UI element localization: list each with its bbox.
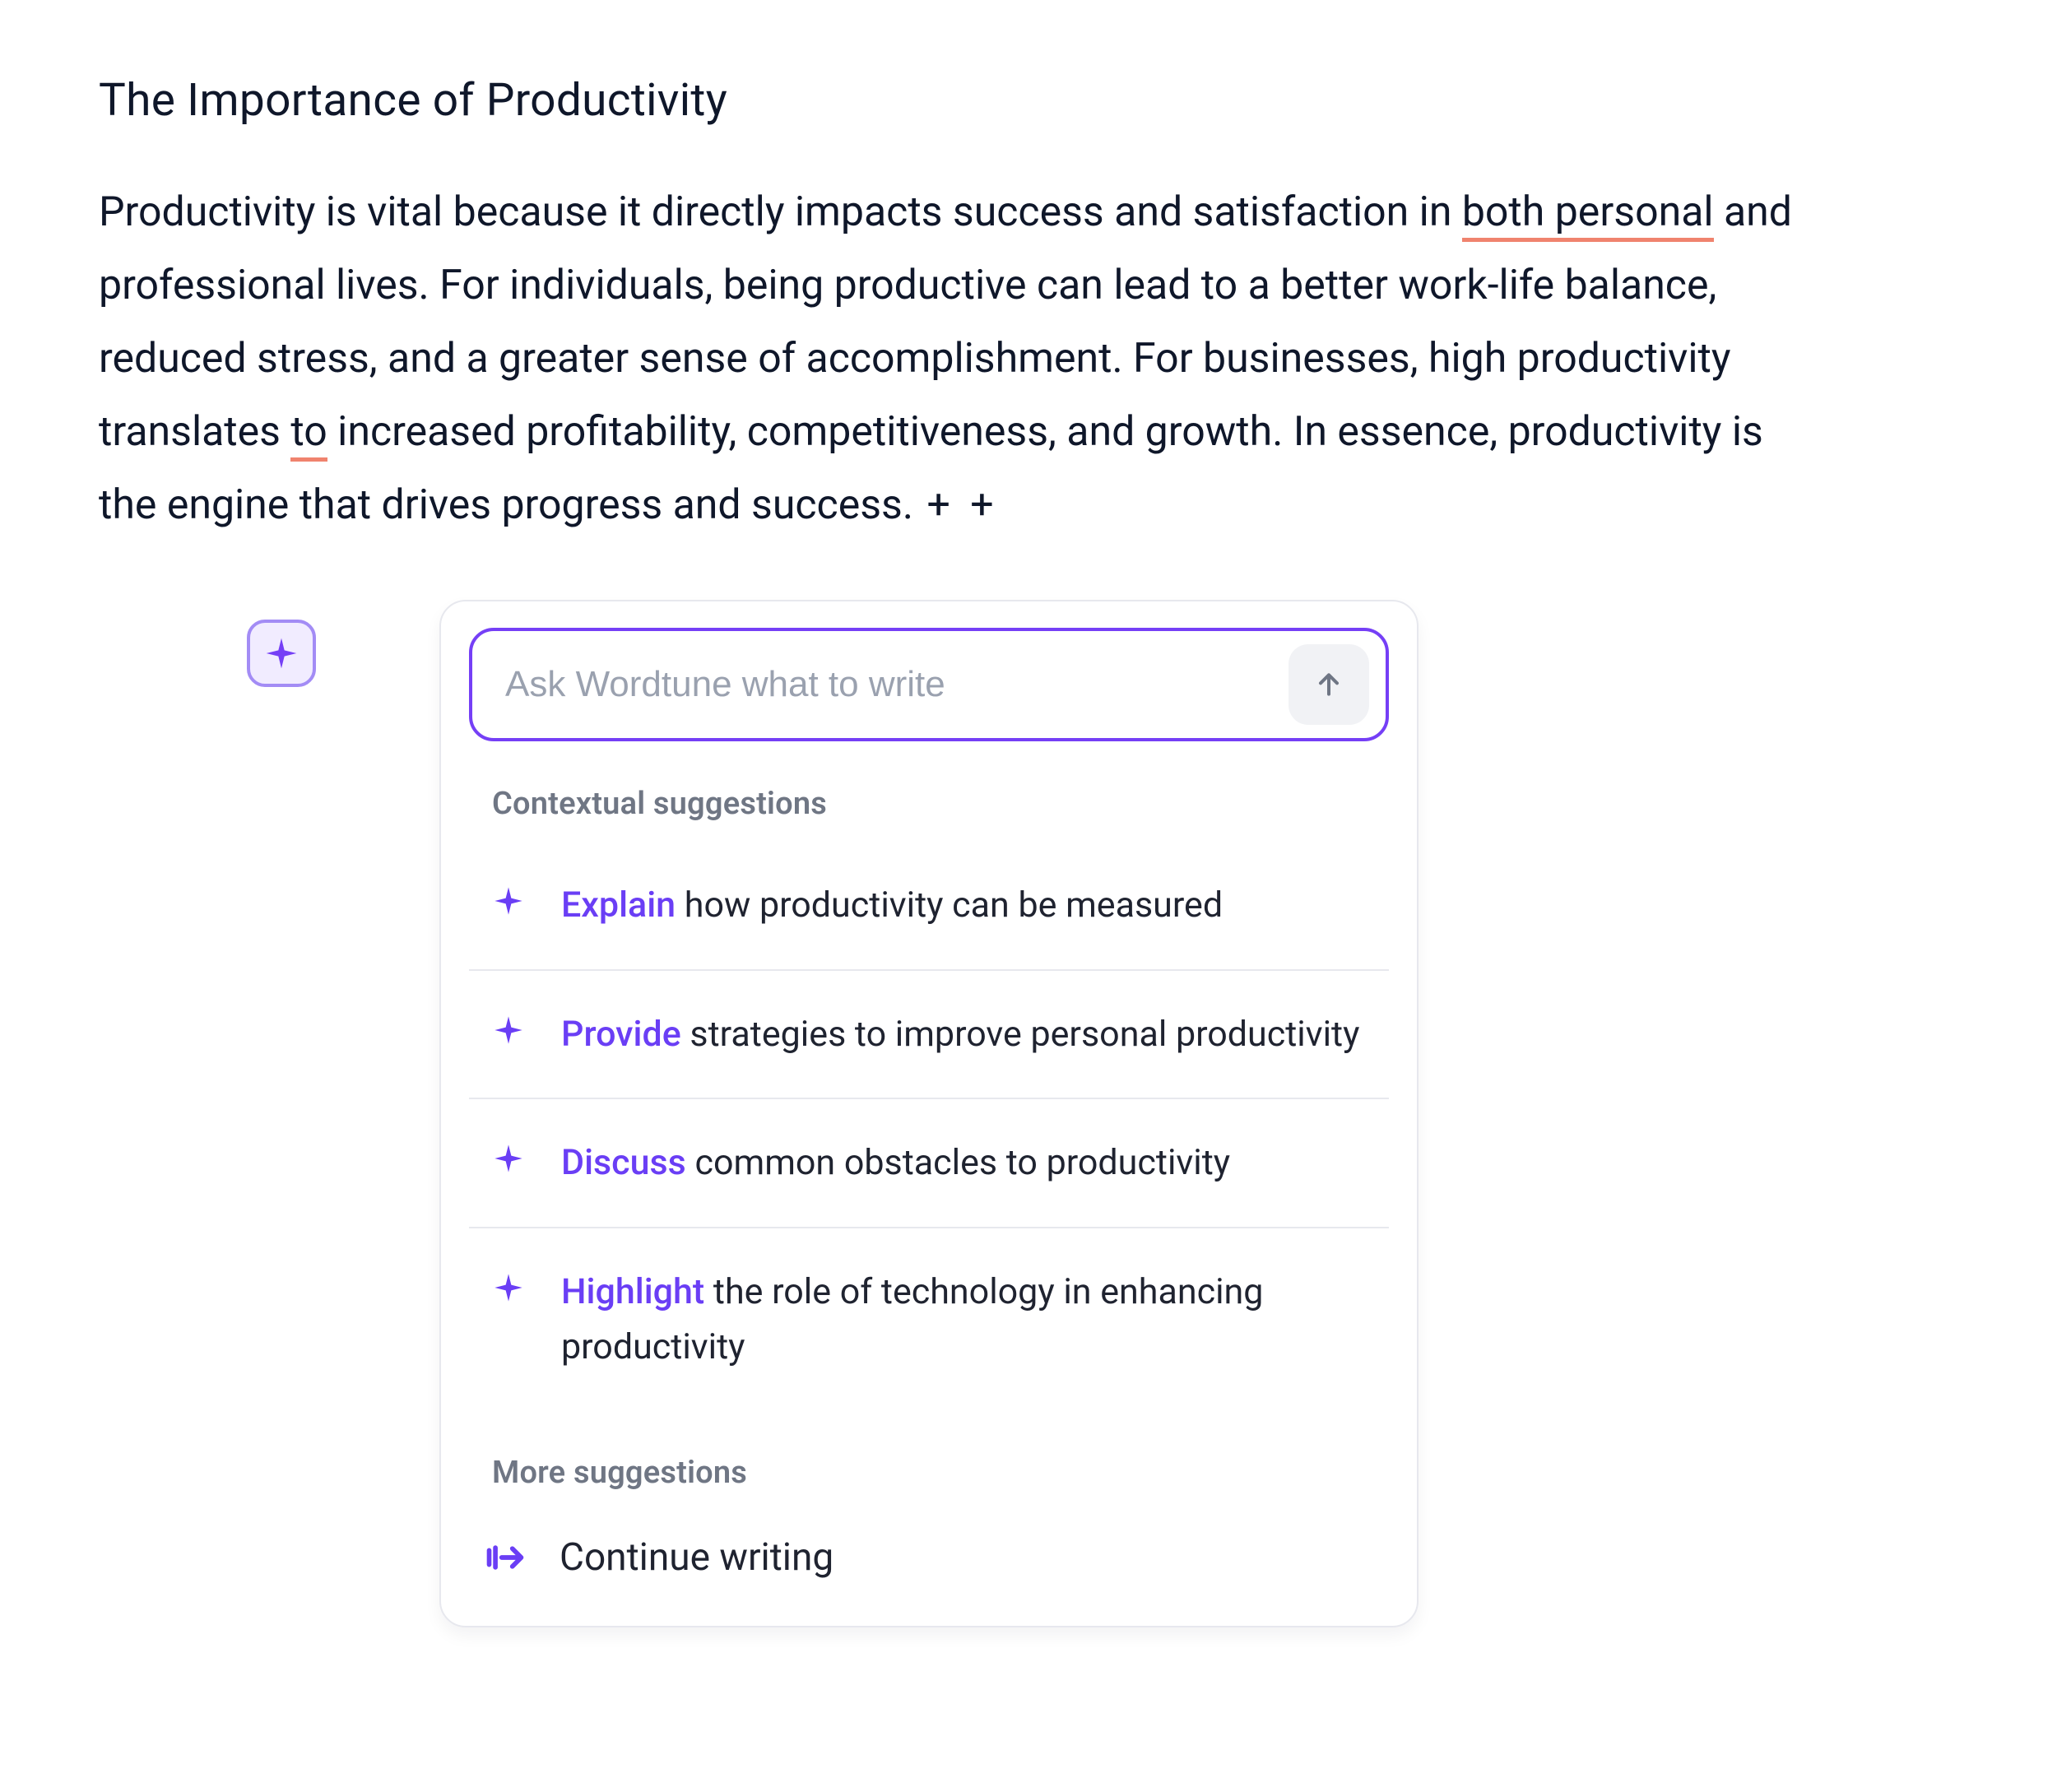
suggestion-text: Highlight the role of technology in enha… <box>561 1265 1366 1374</box>
sparkle-icon <box>492 1271 525 1304</box>
sparkle-icon <box>492 1014 525 1047</box>
suggestion-item[interactable]: Provide strategies to improve personal p… <box>469 971 1389 1100</box>
suggestion-verb: Provide <box>561 1014 681 1055</box>
continue-writing-item[interactable]: Continue writing <box>469 1511 1389 1585</box>
suggestion-verb: Highlight <box>561 1271 704 1312</box>
sparkle-icon <box>263 635 299 671</box>
more-suggestions-list: Continue writing <box>469 1511 1389 1585</box>
doc-paragraph: Productivity is vital because it directl… <box>99 176 1827 542</box>
continue-writing-label: Continue writing <box>560 1535 833 1580</box>
suggestion-item[interactable]: Highlight the role of technology in enha… <box>469 1228 1389 1410</box>
arrow-up-icon <box>1312 668 1345 701</box>
wordtune-trigger-button[interactable] <box>247 620 316 687</box>
suggestion-text: Discuss common obstacles to productivity <box>561 1135 1230 1191</box>
wordtune-panel: Contextual suggestions Explain how produ… <box>439 600 1419 1627</box>
doc-title: The Importance of Productivity <box>99 74 1958 127</box>
suggestion-item[interactable]: Explain how productivity can be measured <box>469 842 1389 971</box>
suggestion-verb: Explain <box>561 884 676 926</box>
suggestion-rest: how productivity can be measured <box>676 884 1223 926</box>
suggestion-text: Provide strategies to improve personal p… <box>561 1007 1359 1062</box>
paragraph-text: Productivity is vital because it directl… <box>99 188 1462 236</box>
suggestion-rest: strategies to improve personal productiv… <box>681 1014 1360 1055</box>
more-suggestions-label: More suggestions <box>492 1455 1389 1491</box>
suggestion-list: Explain how productivity can be measured… <box>469 842 1389 1410</box>
ask-wordtune-input[interactable] <box>469 628 1389 741</box>
grammar-underline[interactable]: to <box>290 408 327 462</box>
suggestion-text: Explain how productivity can be measured <box>561 878 1223 933</box>
sparkle-icon <box>492 1142 525 1175</box>
grammar-underline[interactable]: both personal <box>1462 188 1714 242</box>
insertion-markers[interactable]: + + <box>926 481 998 529</box>
suggestion-rest: common obstacles to productivity <box>686 1142 1230 1183</box>
submit-prompt-button[interactable] <box>1289 644 1369 725</box>
suggestion-verb: Discuss <box>561 1142 686 1183</box>
suggestion-item[interactable]: Discuss common obstacles to productivity <box>469 1099 1389 1228</box>
contextual-suggestions-label: Contextual suggestions <box>492 786 1389 822</box>
sparkle-icon <box>492 884 525 917</box>
continue-writing-icon <box>484 1536 527 1579</box>
